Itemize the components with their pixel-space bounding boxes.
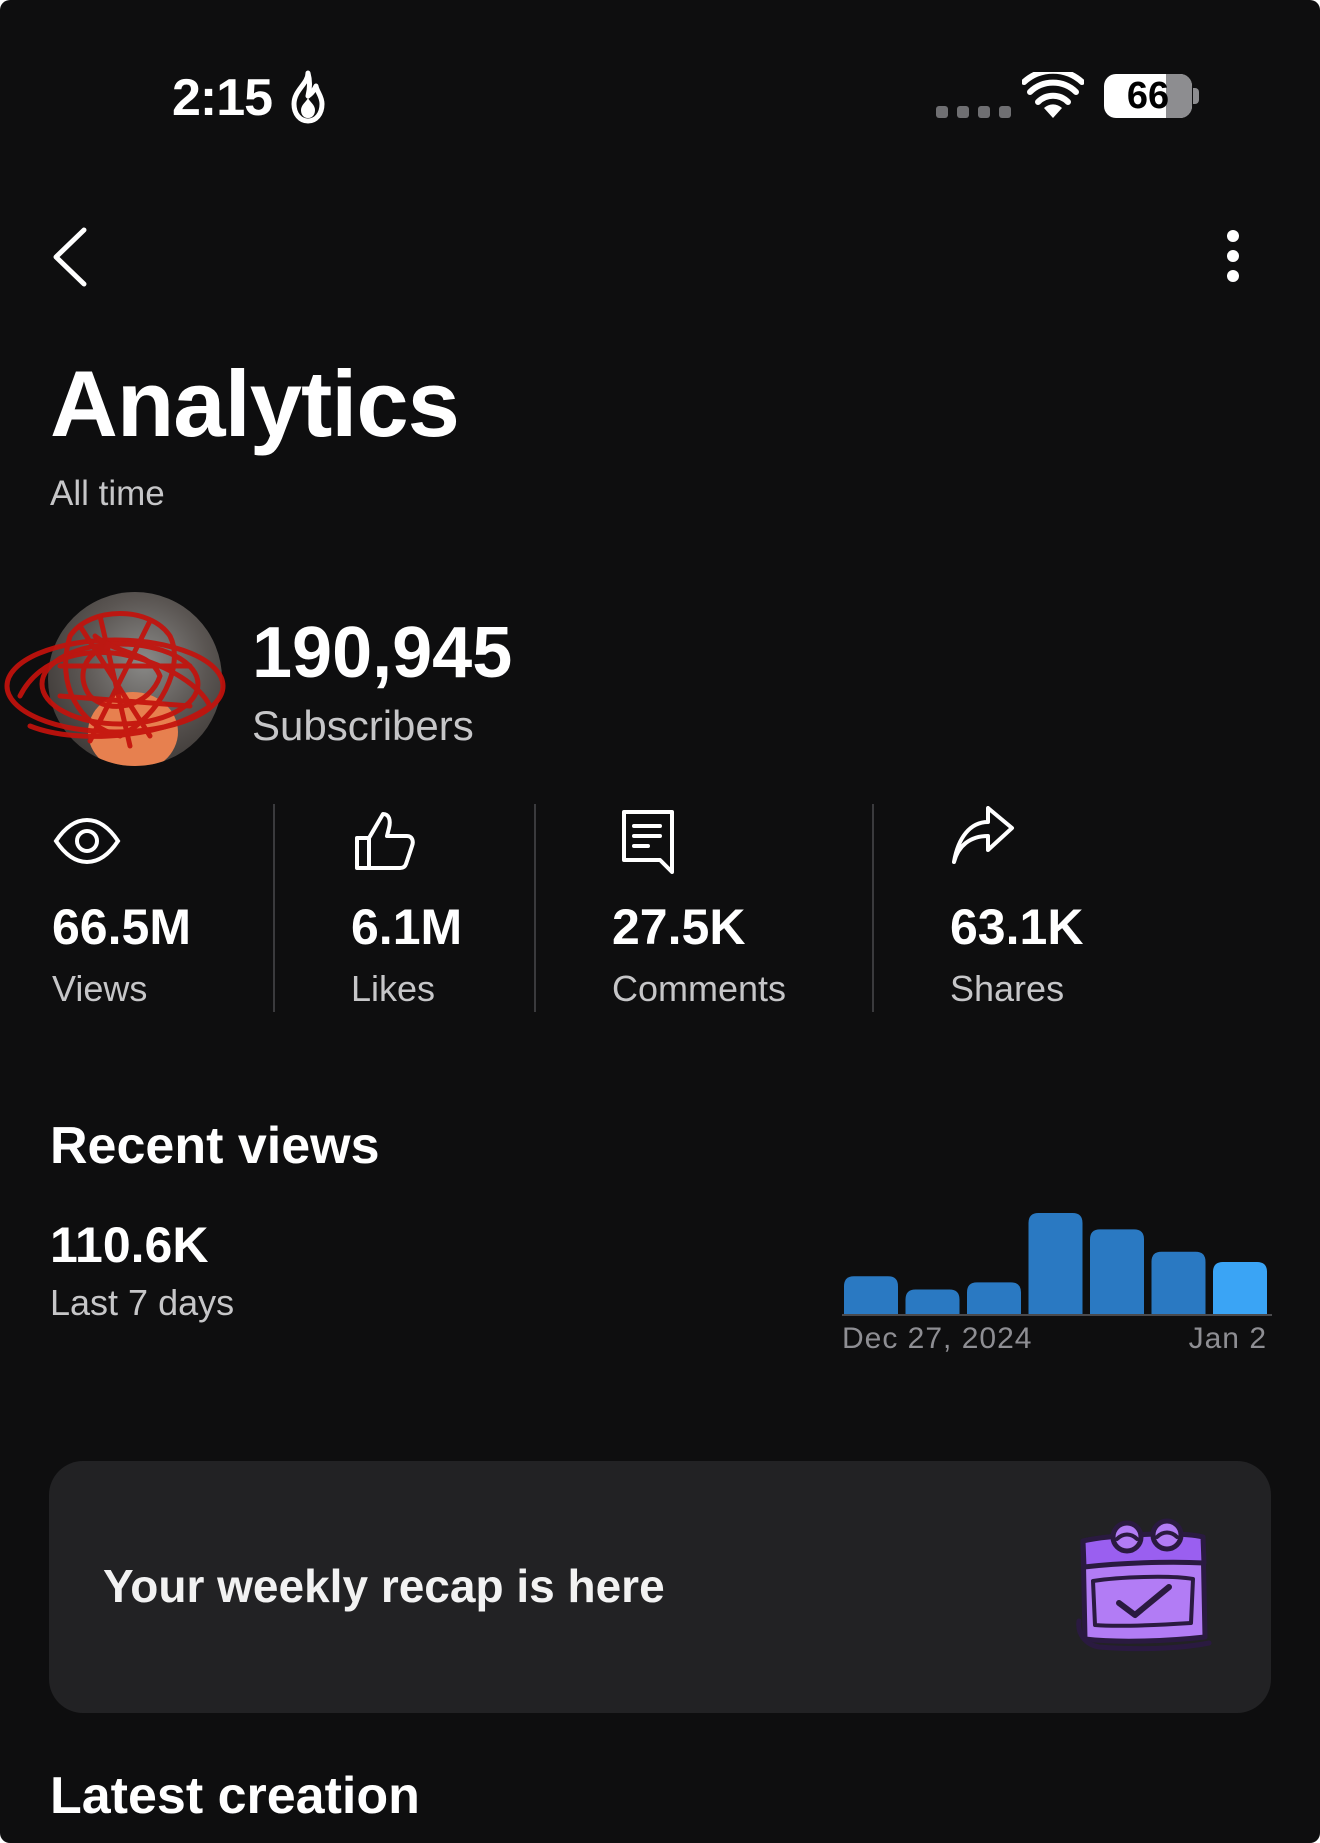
analytics-screen: 2:15 66 Analytics All time 190,945 Subsc… bbox=[0, 0, 1320, 1843]
eye-icon bbox=[53, 817, 121, 865]
chart-bar[interactable] bbox=[905, 1289, 960, 1316]
stat-value: 66.5M bbox=[52, 899, 191, 955]
section-title-recent-views: Recent views bbox=[50, 1117, 380, 1175]
subscribers-label: Subscribers bbox=[252, 702, 474, 749]
chart-bar[interactable] bbox=[844, 1276, 898, 1315]
weekly-recap-text: Your weekly recap is here bbox=[103, 1560, 665, 1612]
battery-indicator: 66 bbox=[1104, 74, 1192, 118]
recent-views-period: Last 7 days bbox=[50, 1282, 235, 1323]
wifi-icon bbox=[1022, 72, 1084, 118]
recent-views-value: 110.6K bbox=[50, 1217, 209, 1273]
more-options-icon[interactable] bbox=[1218, 228, 1248, 284]
weekly-recap-card[interactable]: Your weekly recap is here bbox=[49, 1461, 1271, 1713]
chart-bar[interactable] bbox=[1213, 1261, 1267, 1315]
stat-label: Shares bbox=[950, 968, 1065, 1009]
page-title: Analytics bbox=[50, 351, 460, 456]
stat-value: 27.5K bbox=[612, 899, 746, 955]
chart-bar[interactable] bbox=[1028, 1213, 1083, 1315]
battery-nub bbox=[1193, 88, 1199, 104]
stat-divider bbox=[534, 804, 536, 1012]
comment-icon bbox=[622, 810, 674, 874]
time-range-label: All time bbox=[50, 474, 165, 513]
stat-label: Comments bbox=[612, 968, 787, 1009]
redaction-scribble bbox=[4, 611, 226, 749]
stat-divider bbox=[273, 804, 275, 1012]
chart-bar[interactable] bbox=[967, 1282, 1021, 1315]
status-time: 2:15 bbox=[172, 69, 273, 127]
chart-end-date: Jan 2 bbox=[1188, 1322, 1267, 1355]
chart-start-date: Dec 27, 2024 bbox=[842, 1322, 1033, 1355]
stat-label: Views bbox=[52, 968, 148, 1009]
section-title-latest-creation: Latest creation bbox=[50, 1767, 420, 1825]
subscribers-count: 190,945 bbox=[252, 613, 513, 693]
chart-bar[interactable] bbox=[1090, 1229, 1144, 1315]
thumbs-up-icon bbox=[355, 812, 415, 870]
chart-bar[interactable] bbox=[1151, 1251, 1206, 1315]
battery-level: 66 bbox=[1126, 75, 1170, 117]
stat-value: 63.1K bbox=[950, 899, 1084, 955]
stat-divider bbox=[872, 804, 874, 1012]
share-icon bbox=[952, 806, 1014, 864]
stat-label: Likes bbox=[351, 968, 436, 1009]
cellular-signal-icon bbox=[936, 106, 1011, 118]
calendar-check-icon bbox=[1076, 1518, 1212, 1652]
flame-icon bbox=[291, 70, 325, 124]
back-chevron-icon[interactable] bbox=[48, 224, 96, 290]
stat-value: 6.1M bbox=[351, 899, 463, 955]
